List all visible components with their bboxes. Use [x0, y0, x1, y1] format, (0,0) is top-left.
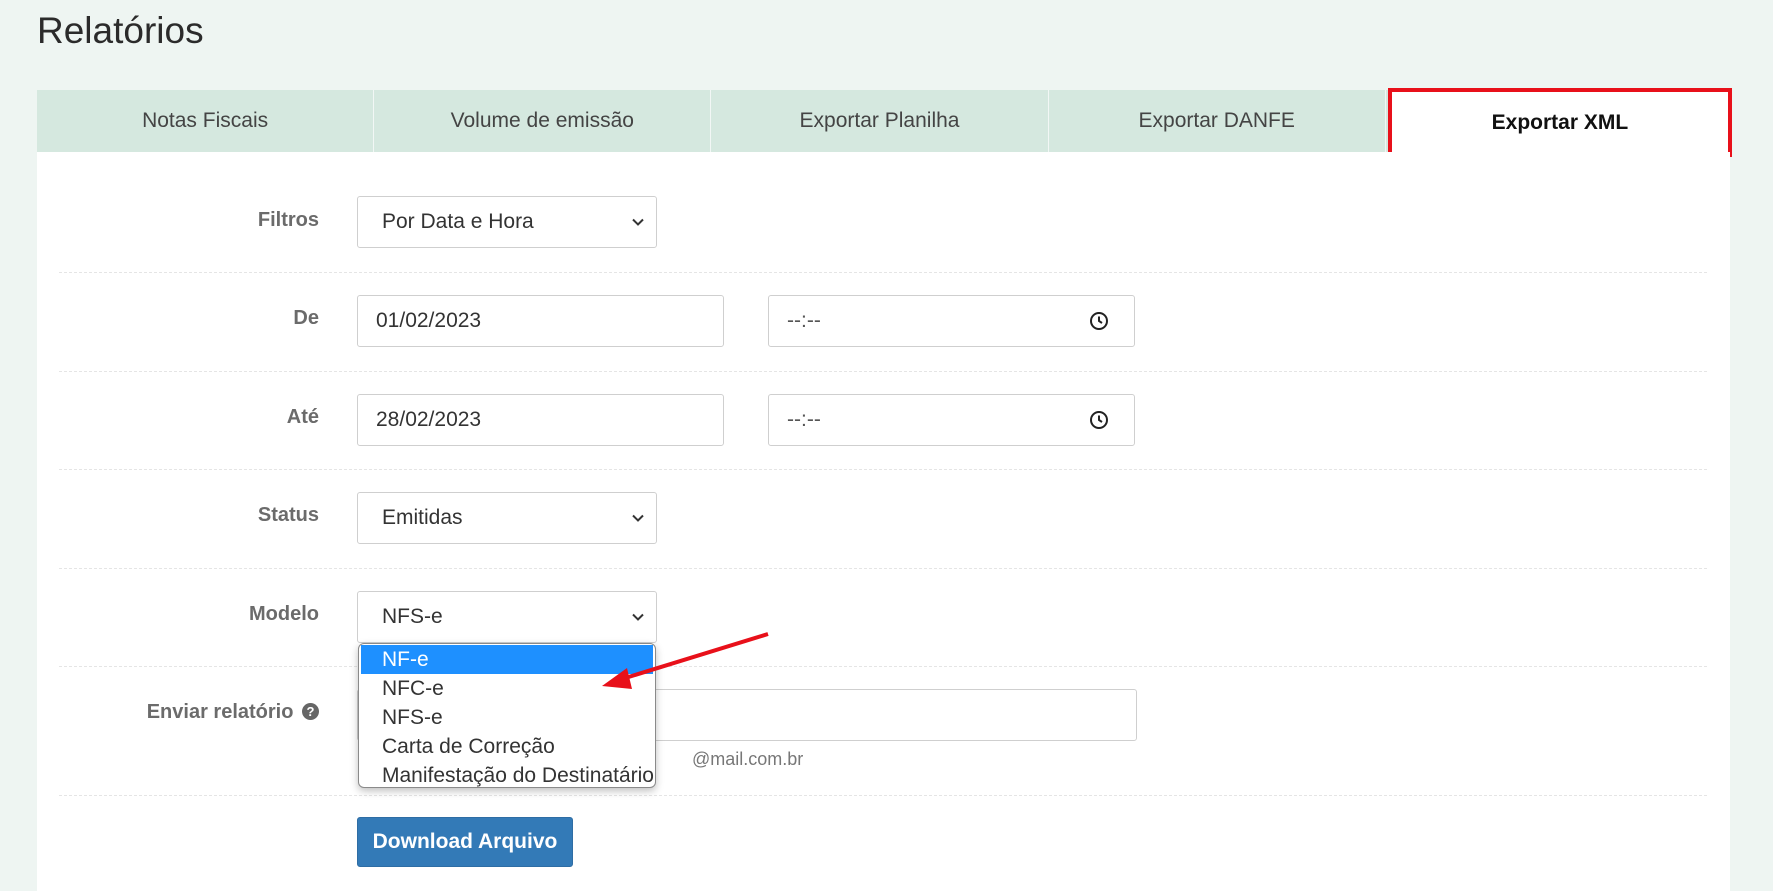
- tab-notas-fiscais[interactable]: Notas Fiscais: [37, 90, 375, 152]
- row-download: Download Arquivo: [59, 795, 1707, 891]
- modelo-label: Modelo: [249, 603, 319, 625]
- tab-volume-de-emissao[interactable]: Volume de emissão: [374, 90, 712, 152]
- row-ate: Até 28/02/2023 --:--: [59, 371, 1707, 470]
- row-filtros: Filtros Por Data e Hora: [59, 152, 1707, 273]
- ate-label: Até: [286, 406, 319, 428]
- tab-exportar-planilha[interactable]: Exportar Planilha: [711, 90, 1049, 152]
- tab-exportar-xml[interactable]: Exportar XML: [1387, 88, 1733, 157]
- clock-icon[interactable]: [1089, 311, 1109, 331]
- option-nfs-e[interactable]: NFS-e: [359, 703, 655, 732]
- status-select[interactable]: Emitidas: [357, 492, 657, 544]
- email-hint: @mail.com.br: [692, 749, 804, 769]
- enviar-relatorio-text: Enviar relatório: [146, 701, 294, 723]
- enviar-relatorio-label: Enviar relatório ?: [147, 701, 319, 724]
- option-manifestacao-do-destinatario[interactable]: Manifestação do Destinatário: [359, 761, 655, 787]
- option-nfc-e[interactable]: NFC-e: [359, 674, 655, 703]
- ate-time-value: --:--: [787, 408, 821, 431]
- chevron-down-icon: [632, 218, 644, 226]
- option-carta-de-correcao[interactable]: Carta de Correção: [359, 732, 655, 761]
- clock-icon[interactable]: [1089, 410, 1109, 430]
- de-time-input[interactable]: --:--: [768, 295, 1135, 347]
- filtros-select[interactable]: Por Data e Hora: [357, 196, 657, 248]
- option-nf-e[interactable]: NF-e: [361, 645, 653, 674]
- de-time-value: --:--: [787, 309, 821, 332]
- filtros-label: Filtros: [257, 209, 319, 231]
- de-label: De: [293, 307, 319, 329]
- chevron-down-icon: [632, 514, 644, 522]
- modelo-value: NFS-e: [382, 605, 443, 628]
- question-circle-icon[interactable]: ?: [302, 703, 319, 720]
- ate-time-input[interactable]: --:--: [768, 394, 1135, 446]
- report-tabs: Notas Fiscais Volume de emissão Exportar…: [37, 88, 1733, 157]
- de-date-value: 01/02/2023: [376, 309, 482, 332]
- ate-date-value: 28/02/2023: [376, 408, 482, 431]
- row-status: Status Emitidas: [59, 469, 1707, 569]
- status-label: Status: [257, 504, 319, 526]
- chevron-down-icon: [632, 613, 644, 621]
- ate-date-input[interactable]: 28/02/2023: [357, 394, 724, 446]
- modelo-options-list: NF-e NFC-e NFS-e Carta de Correção Manif…: [358, 643, 656, 788]
- export-xml-panel: Filtros Por Data e Hora De 01/02/2023 --…: [37, 152, 1730, 891]
- status-value: Emitidas: [382, 506, 463, 529]
- row-modelo: Modelo NFS-e: [59, 568, 1707, 667]
- row-enviar-relatorio: Enviar relatório ? @mail.com.br: [59, 666, 1707, 796]
- page-title: Relatórios: [37, 10, 204, 51]
- modelo-select[interactable]: NFS-e: [357, 591, 657, 643]
- de-date-input[interactable]: 01/02/2023: [357, 295, 724, 347]
- download-button[interactable]: Download Arquivo: [357, 817, 573, 867]
- tab-exportar-danfe[interactable]: Exportar DANFE: [1049, 90, 1386, 152]
- filtros-value: Por Data e Hora: [382, 210, 534, 233]
- row-de: De 01/02/2023 --:--: [59, 272, 1707, 372]
